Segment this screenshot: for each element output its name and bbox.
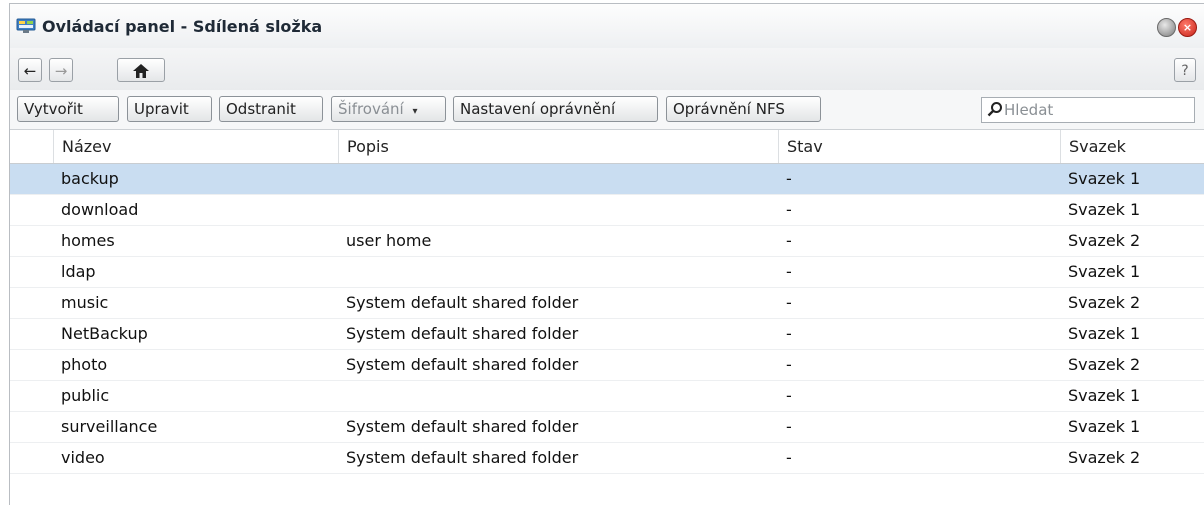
cell-volume: Svazek 1: [1068, 417, 1141, 436]
home-icon: [133, 64, 149, 78]
title-bar: Ovládací panel - Sdílená složka ×: [10, 4, 1204, 48]
cell-name: photo: [61, 355, 108, 374]
delete-button[interactable]: Odstranit: [219, 96, 323, 122]
cell-name: backup: [61, 169, 119, 188]
arrow-right-icon: →: [54, 62, 68, 80]
table-row[interactable]: music System default shared folder - Sva…: [10, 288, 1204, 319]
cell-volume: Svazek 2: [1068, 231, 1141, 250]
search-box[interactable]: [981, 97, 1195, 123]
home-button[interactable]: [117, 58, 165, 82]
arrow-left-icon: ←: [23, 62, 37, 80]
table-row[interactable]: photo System default shared folder - Sva…: [10, 350, 1204, 381]
cell-volume: Svazek 1: [1068, 386, 1141, 405]
control-panel-window: Ovládací panel - Sdílená složka × ← → ? …: [9, 3, 1204, 505]
cell-status: -: [786, 386, 792, 405]
cell-description: [338, 195, 778, 225]
table-body: backup - Svazek 1 download - Svazek 1 ho…: [10, 164, 1204, 474]
table-row[interactable]: download - Svazek 1: [10, 195, 1204, 226]
cell-name: public: [61, 386, 110, 405]
close-button[interactable]: ×: [1178, 18, 1197, 37]
encryption-label: Šifrování: [338, 100, 404, 118]
column-header-volume[interactable]: Svazek: [1060, 130, 1204, 163]
cell-description: System default shared folder: [346, 355, 579, 374]
help-button[interactable]: ?: [1174, 58, 1196, 82]
column-header-status[interactable]: Stav: [778, 130, 1060, 163]
cell-volume: Svazek 1: [1068, 324, 1141, 343]
table-header: Název Popis Stav Svazek: [10, 130, 1204, 164]
search-icon: [987, 102, 1002, 117]
cell-description: user home: [346, 231, 432, 250]
table-row[interactable]: homes user home - Svazek 2: [10, 226, 1204, 257]
edit-button[interactable]: Upravit: [127, 96, 212, 122]
cell-status: -: [786, 169, 792, 188]
back-button[interactable]: ←: [18, 58, 42, 82]
column-header-name[interactable]: Název: [53, 130, 338, 163]
cell-name: video: [61, 448, 105, 467]
cell-volume: Svazek 2: [1068, 293, 1141, 312]
cell-volume: Svazek 1: [1068, 169, 1141, 188]
table-row[interactable]: video System default shared folder - Sva…: [10, 443, 1204, 474]
search-input[interactable]: [1004, 98, 1189, 122]
window-title: Ovládací panel - Sdílená složka: [42, 17, 323, 36]
dropdown-arrow-icon: ▾: [412, 106, 418, 117]
cell-volume: Svazek 2: [1068, 355, 1141, 374]
cell-name: download: [61, 200, 139, 219]
cell-volume: Svazek 2: [1068, 448, 1141, 467]
navigation-bar: ← → ?: [10, 48, 1204, 91]
cell-status: -: [786, 262, 792, 281]
cell-name: music: [61, 293, 109, 312]
cell-status: -: [786, 293, 792, 312]
minimize-button[interactable]: [1157, 18, 1176, 37]
cell-name: surveillance: [61, 417, 158, 436]
cell-status: -: [786, 448, 792, 467]
control-panel-icon: [16, 18, 36, 33]
cell-status: -: [786, 200, 792, 219]
cell-description: [338, 381, 778, 411]
cell-description: System default shared folder: [346, 448, 579, 467]
header-spacer: [10, 130, 53, 163]
cell-description: System default shared folder: [346, 293, 579, 312]
cell-description: [338, 257, 778, 287]
cell-name: ldap: [61, 262, 96, 281]
nfs-permissions-button[interactable]: Oprávnění NFS: [666, 96, 821, 122]
table-row[interactable]: ldap - Svazek 1: [10, 257, 1204, 288]
table-row[interactable]: public - Svazek 1: [10, 381, 1204, 412]
help-icon: ?: [1181, 63, 1189, 79]
cell-status: -: [786, 355, 792, 374]
cell-volume: Svazek 1: [1068, 200, 1141, 219]
cell-description: [338, 164, 778, 194]
column-header-description[interactable]: Popis: [338, 130, 778, 163]
forward-button[interactable]: →: [49, 58, 73, 82]
table-row[interactable]: backup - Svazek 1: [10, 164, 1204, 195]
cell-status: -: [786, 324, 792, 343]
cell-status: -: [786, 231, 792, 250]
cell-description: System default shared folder: [346, 324, 579, 343]
cell-name: homes: [61, 231, 115, 250]
cell-name: NetBackup: [61, 324, 148, 343]
table-row[interactable]: NetBackup System default shared folder -…: [10, 319, 1204, 350]
encryption-dropdown[interactable]: Šifrování ▾: [331, 96, 446, 122]
create-button[interactable]: Vytvořit: [17, 96, 119, 122]
permissions-button[interactable]: Nastavení oprávnění: [453, 96, 658, 122]
toolbar: Vytvořit Upravit Odstranit Šifrování ▾ N…: [10, 90, 1204, 130]
cell-status: -: [786, 417, 792, 436]
table-row[interactable]: surveillance System default shared folde…: [10, 412, 1204, 443]
cell-description: System default shared folder: [346, 417, 579, 436]
cell-volume: Svazek 1: [1068, 262, 1141, 281]
